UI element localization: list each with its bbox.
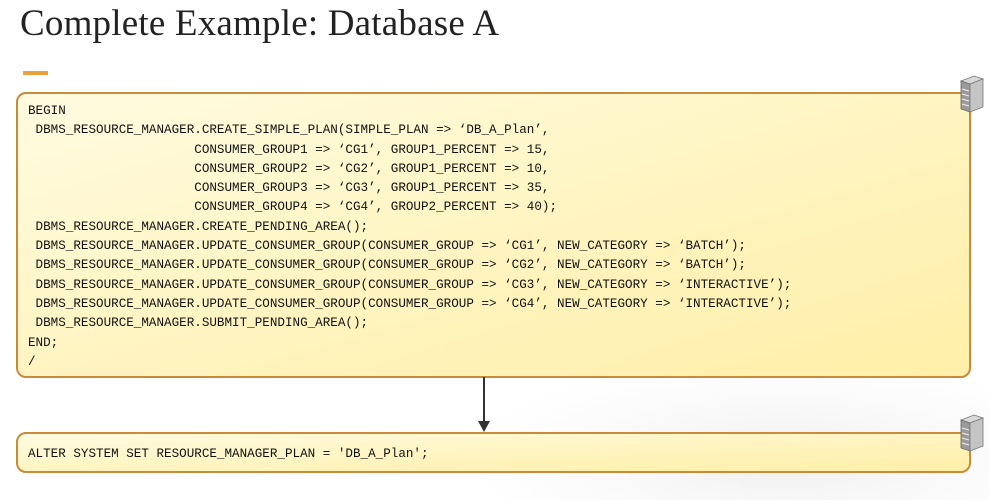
- code-line: DBMS_RESOURCE_MANAGER.UPDATE_CONSUMER_GR…: [28, 296, 792, 311]
- arrow-down-icon: [478, 421, 490, 432]
- alter-statement: ALTER SYSTEM SET RESOURCE_MANAGER_PLAN =…: [28, 447, 429, 461]
- code-line: DBMS_RESOURCE_MANAGER.CREATE_SIMPLE_PLAN…: [28, 123, 550, 138]
- code-line: /: [28, 354, 36, 369]
- plsql-code-block: BEGIN DBMS_RESOURCE_MANAGER.CREATE_SIMPL…: [28, 102, 791, 372]
- code-line: DBMS_RESOURCE_MANAGER.UPDATE_CONSUMER_GR…: [28, 258, 746, 273]
- code-line: CONSUMER_GROUP1 => ‘CG1’, GROUP1_PERCENT…: [28, 142, 550, 157]
- slide-title: Complete Example: Database A: [20, 3, 500, 44]
- code-line: DBMS_RESOURCE_MANAGER.UPDATE_CONSUMER_GR…: [28, 277, 792, 292]
- alter-statement-box: ALTER SYSTEM SET RESOURCE_MANAGER_PLAN =…: [16, 432, 971, 473]
- code-line: CONSUMER_GROUP3 => ‘CG3’, GROUP1_PERCENT…: [28, 181, 550, 196]
- code-line: CONSUMER_GROUP2 => ‘CG2’, GROUP1_PERCENT…: [28, 161, 550, 176]
- code-line: DBMS_RESOURCE_MANAGER.UPDATE_CONSUMER_GR…: [28, 239, 746, 254]
- code-line: BEGIN: [28, 104, 66, 118]
- title-accent-bar: [23, 71, 48, 75]
- server-icon: [959, 414, 984, 452]
- code-line: END;: [28, 335, 59, 350]
- flow-connector-line: [483, 377, 485, 423]
- background-watermark: [460, 360, 989, 500]
- code-line: CONSUMER_GROUP4 => ‘CG4’, GROUP2_PERCENT…: [28, 200, 558, 215]
- plsql-code-box: BEGIN DBMS_RESOURCE_MANAGER.CREATE_SIMPL…: [16, 92, 971, 378]
- code-line: DBMS_RESOURCE_MANAGER.SUBMIT_PENDING_ARE…: [28, 316, 369, 331]
- code-line: DBMS_RESOURCE_MANAGER.CREATE_PENDING_ARE…: [28, 219, 369, 234]
- server-icon: [959, 75, 984, 113]
